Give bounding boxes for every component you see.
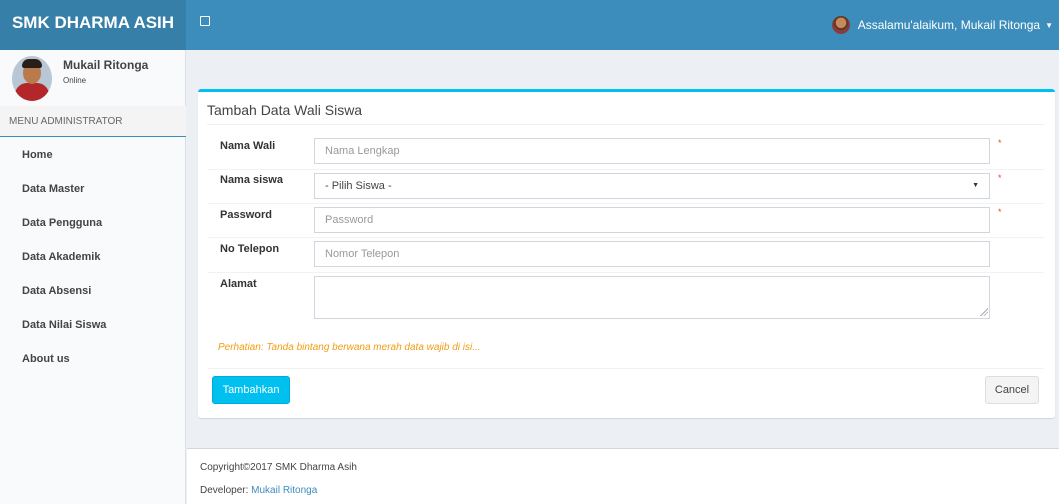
telepon-label: No Telepon [220, 243, 280, 255]
avatar [12, 56, 52, 101]
form-title: Tambah Data Wali Siswa [207, 102, 363, 118]
required-note: Perhatian: Tanda bintang berwana merah d… [218, 342, 481, 353]
developer-label: Developer: [200, 485, 252, 496]
user-menu[interactable]: Assalamu'alaikum, Mukail Ritonga ▼ [831, 12, 1053, 38]
password-label: Password [220, 209, 272, 221]
tambahkan-button[interactable]: Tambahkan [212, 376, 290, 404]
copyright-text: Copyright©2017 SMK Dharma Asih [200, 462, 357, 473]
cancel-button[interactable]: Cancel [985, 376, 1039, 404]
divider [208, 272, 1044, 273]
nama-wali-label: Nama Wali [220, 140, 276, 152]
sidebar-item-data-master[interactable]: Data Master [0, 172, 186, 206]
sidebar: Mukail Ritonga Online MENU ADMINISTRATOR… [0, 50, 186, 504]
user-panel: Mukail Ritonga Online [0, 50, 186, 105]
form-box: Tambah Data Wali Siswa Nama Wali * Nama … [198, 89, 1055, 418]
sidebar-menu: Home Data Master Data Pengguna Data Akad… [0, 138, 186, 376]
required-marker: * [998, 207, 1002, 217]
divider [208, 237, 1044, 238]
user-greeting: Assalamu'alaikum, Mukail Ritonga [857, 18, 1041, 32]
user-avatar-icon [831, 16, 850, 34]
nama-siswa-selected: - Pilih Siswa - [325, 180, 392, 192]
resize-handle-icon[interactable] [980, 308, 988, 316]
required-marker: * [998, 173, 1002, 183]
sidebar-toggle-icon[interactable] [200, 16, 210, 26]
nama-siswa-select[interactable]: - Pilih Siswa - ▼ [314, 173, 990, 199]
password-input[interactable] [314, 207, 990, 233]
chevron-down-icon: ▼ [972, 182, 979, 189]
sidebar-user-status: Online [63, 76, 87, 85]
required-marker: * [998, 138, 1002, 148]
sidebar-item-data-akademik[interactable]: Data Akademik [0, 240, 186, 274]
sidebar-user-name: Mukail Ritonga [63, 58, 149, 72]
nama-wali-input[interactable] [314, 138, 990, 164]
caret-down-icon: ▼ [1045, 20, 1053, 30]
alamat-label: Alamat [220, 278, 257, 290]
telepon-input[interactable] [314, 241, 990, 267]
alamat-textarea[interactable] [314, 276, 990, 319]
divider [207, 124, 1044, 125]
sidebar-item-data-absensi[interactable]: Data Absensi [0, 274, 186, 308]
sidebar-item-data-pengguna[interactable]: Data Pengguna [0, 206, 186, 240]
divider [208, 368, 1044, 369]
app-logo[interactable]: SMK DHARMA ASIH [0, 0, 186, 50]
divider [208, 169, 1044, 170]
top-navbar: SMK DHARMA ASIH Assalamu'alaikum, Mukail… [0, 0, 1059, 50]
sidebar-item-home[interactable]: Home [0, 138, 186, 172]
developer-link[interactable]: Mukail Ritonga [251, 485, 317, 496]
menu-header: MENU ADMINISTRATOR [0, 106, 186, 137]
sidebar-item-about-us[interactable]: About us [0, 342, 186, 376]
developer-credit: Developer: Mukail Ritonga [200, 485, 317, 496]
divider [208, 203, 1044, 204]
sidebar-item-data-nilai-siswa[interactable]: Data Nilai Siswa [0, 308, 186, 342]
footer: Copyright©2017 SMK Dharma Asih Developer… [187, 448, 1059, 504]
nama-siswa-label: Nama siswa [220, 174, 283, 186]
